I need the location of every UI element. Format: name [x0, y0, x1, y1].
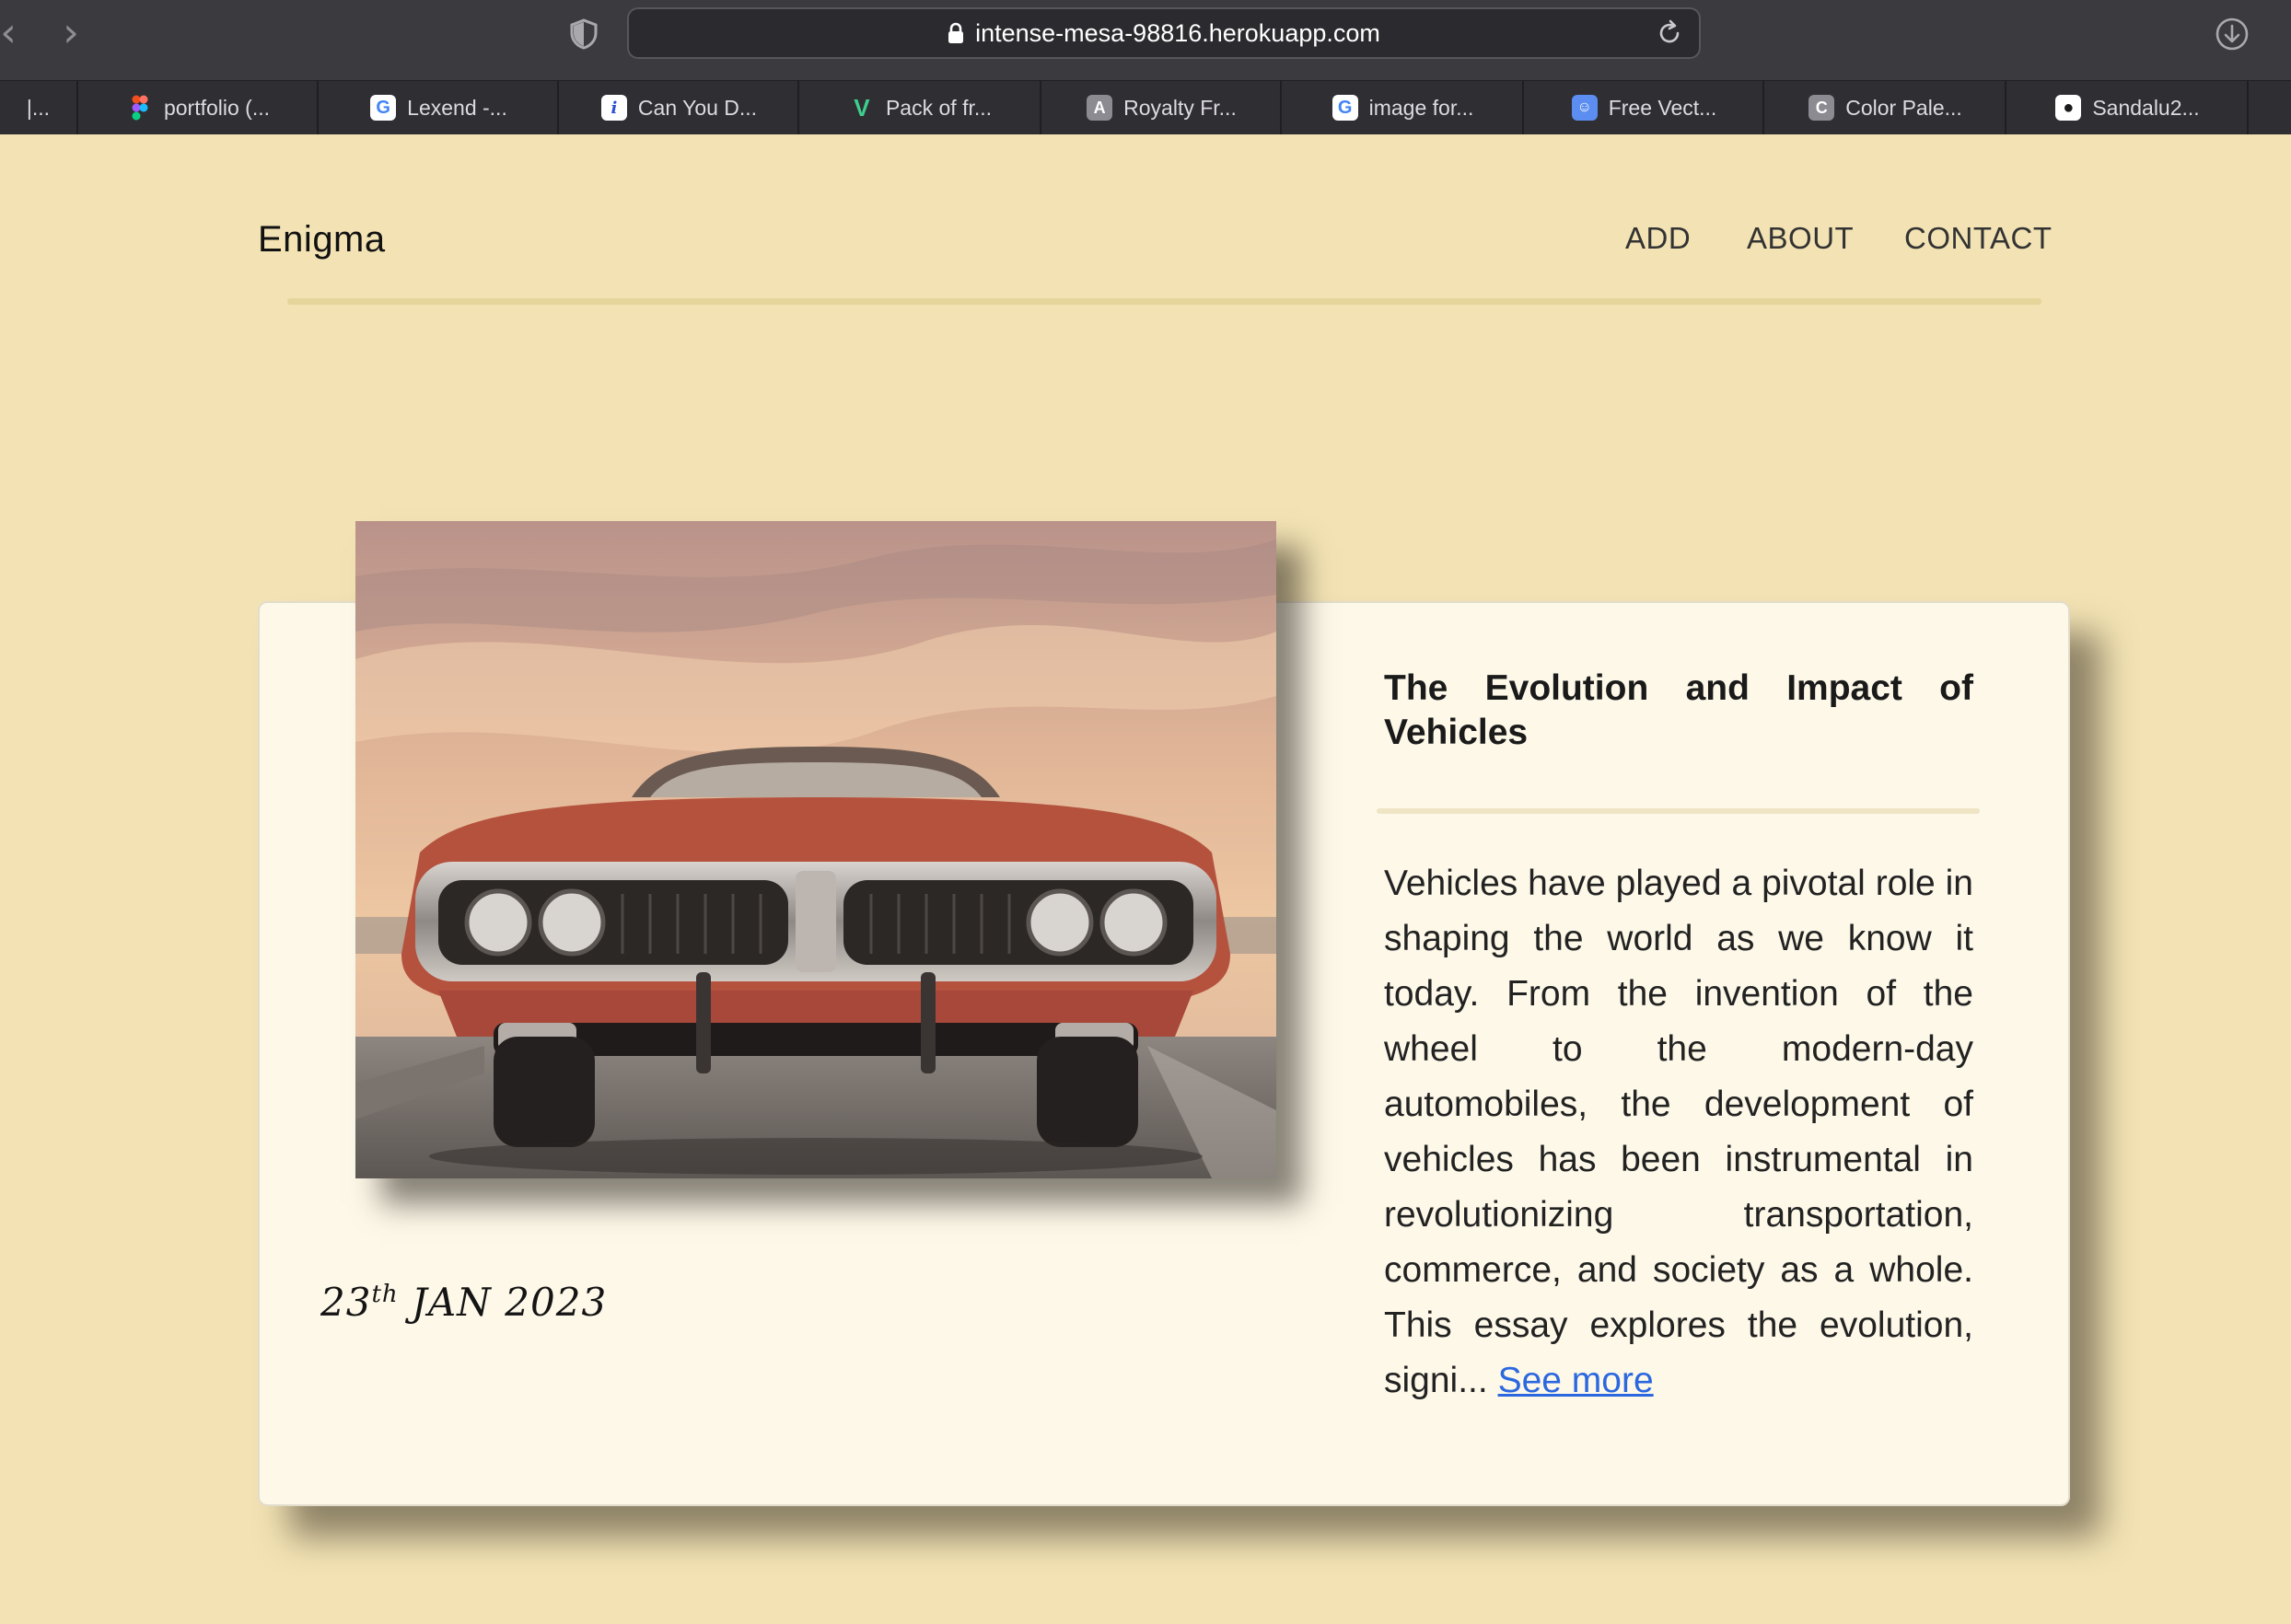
browser-tab-6[interactable]: Gimage for...: [1284, 81, 1524, 134]
browser-tab-label: Pack of fr...: [885, 95, 993, 120]
post-title[interactable]: The Evolution and Impact of Vehicles: [1384, 667, 1973, 755]
date-day: 23: [320, 1280, 372, 1325]
letter-a-icon: A: [1087, 95, 1113, 121]
reload-icon[interactable]: [1655, 18, 1684, 48]
browser-tab-label: |...: [26, 95, 51, 120]
nav-about[interactable]: ABOUT: [1747, 221, 1854, 256]
browser-tab-label: Sandalu2...: [2092, 95, 2200, 120]
download-icon[interactable]: [2215, 17, 2250, 52]
see-more-link[interactable]: See more: [1498, 1361, 1654, 1400]
browser-tab-3[interactable]: i Can You D...: [561, 81, 799, 134]
car-photo-illustration: [355, 521, 1276, 1178]
browser-toolbar: ‹ › intense-mesa-98816.herokuapp.com: [0, 0, 2291, 80]
browser-tab-9[interactable]: ● Sandalu2...: [2008, 81, 2249, 134]
browser-tab-4[interactable]: V Pack of fr...: [801, 81, 1041, 134]
browser-tab-label: image for...: [1368, 95, 1474, 120]
excerpt-text: Vehicles have played a pivotal role in s…: [1384, 864, 1973, 1400]
browser-tab-label: Can You D...: [637, 95, 758, 120]
title-divider: [1377, 808, 1980, 814]
figma-icon: [127, 95, 153, 121]
browser-tab-5[interactable]: A Royalty Fr...: [1043, 81, 1282, 134]
shield-icon[interactable]: [569, 18, 599, 50]
post-excerpt: Vehicles have played a pivotal role in s…: [1384, 856, 1973, 1409]
browser-tab-1[interactable]: portfolio (...: [80, 81, 319, 134]
browser-tab-8[interactable]: C Color Pale...: [1766, 81, 2006, 134]
post-image-car: [355, 521, 1276, 1178]
google-icon: G: [1332, 95, 1358, 121]
vector-icon: V: [854, 93, 870, 122]
robot-icon: ☺: [1571, 95, 1598, 121]
github-icon: ●: [2055, 95, 2082, 121]
browser-tab-0[interactable]: |...: [0, 81, 78, 134]
letter-c-icon: C: [1808, 95, 1835, 121]
url-text: intense-mesa-98816.herokuapp.com: [975, 18, 1380, 47]
tab-bar: |... portfolio (... G Lexend -... i Can You D…: [0, 80, 2291, 134]
browser-tab-label: Color Pale...: [1845, 95, 1962, 120]
info-icon: i: [600, 95, 627, 121]
lock-icon: [948, 22, 964, 43]
forward-arrow-icon[interactable]: ›: [57, 13, 85, 53]
date-suffix: th: [371, 1281, 399, 1308]
browser-tab-label: Free Vect...: [1608, 95, 1717, 120]
site-brand[interactable]: Enigma: [258, 219, 386, 261]
google-icon: G: [370, 95, 397, 121]
browser-tab-label: portfolio (...: [163, 95, 271, 120]
post-date: 23th JAN 2023: [320, 1280, 607, 1325]
address-bar[interactable]: intense-mesa-98816.herokuapp.com: [627, 7, 1701, 59]
browser-tab-7[interactable]: ☺ Free Vect...: [1526, 81, 1764, 134]
header-divider: [287, 298, 2041, 305]
browser-tab-2[interactable]: G Lexend -...: [320, 81, 559, 134]
date-month-year: JAN 2023: [412, 1280, 608, 1325]
nav-contact[interactable]: CONTACT: [1904, 221, 2053, 256]
nav-add[interactable]: ADD: [1625, 221, 1691, 256]
browser-tab-label: Lexend -...: [407, 95, 507, 120]
back-arrow-icon[interactable]: ‹: [0, 13, 22, 53]
browser-tab-label: Royalty Fr...: [1123, 95, 1237, 120]
